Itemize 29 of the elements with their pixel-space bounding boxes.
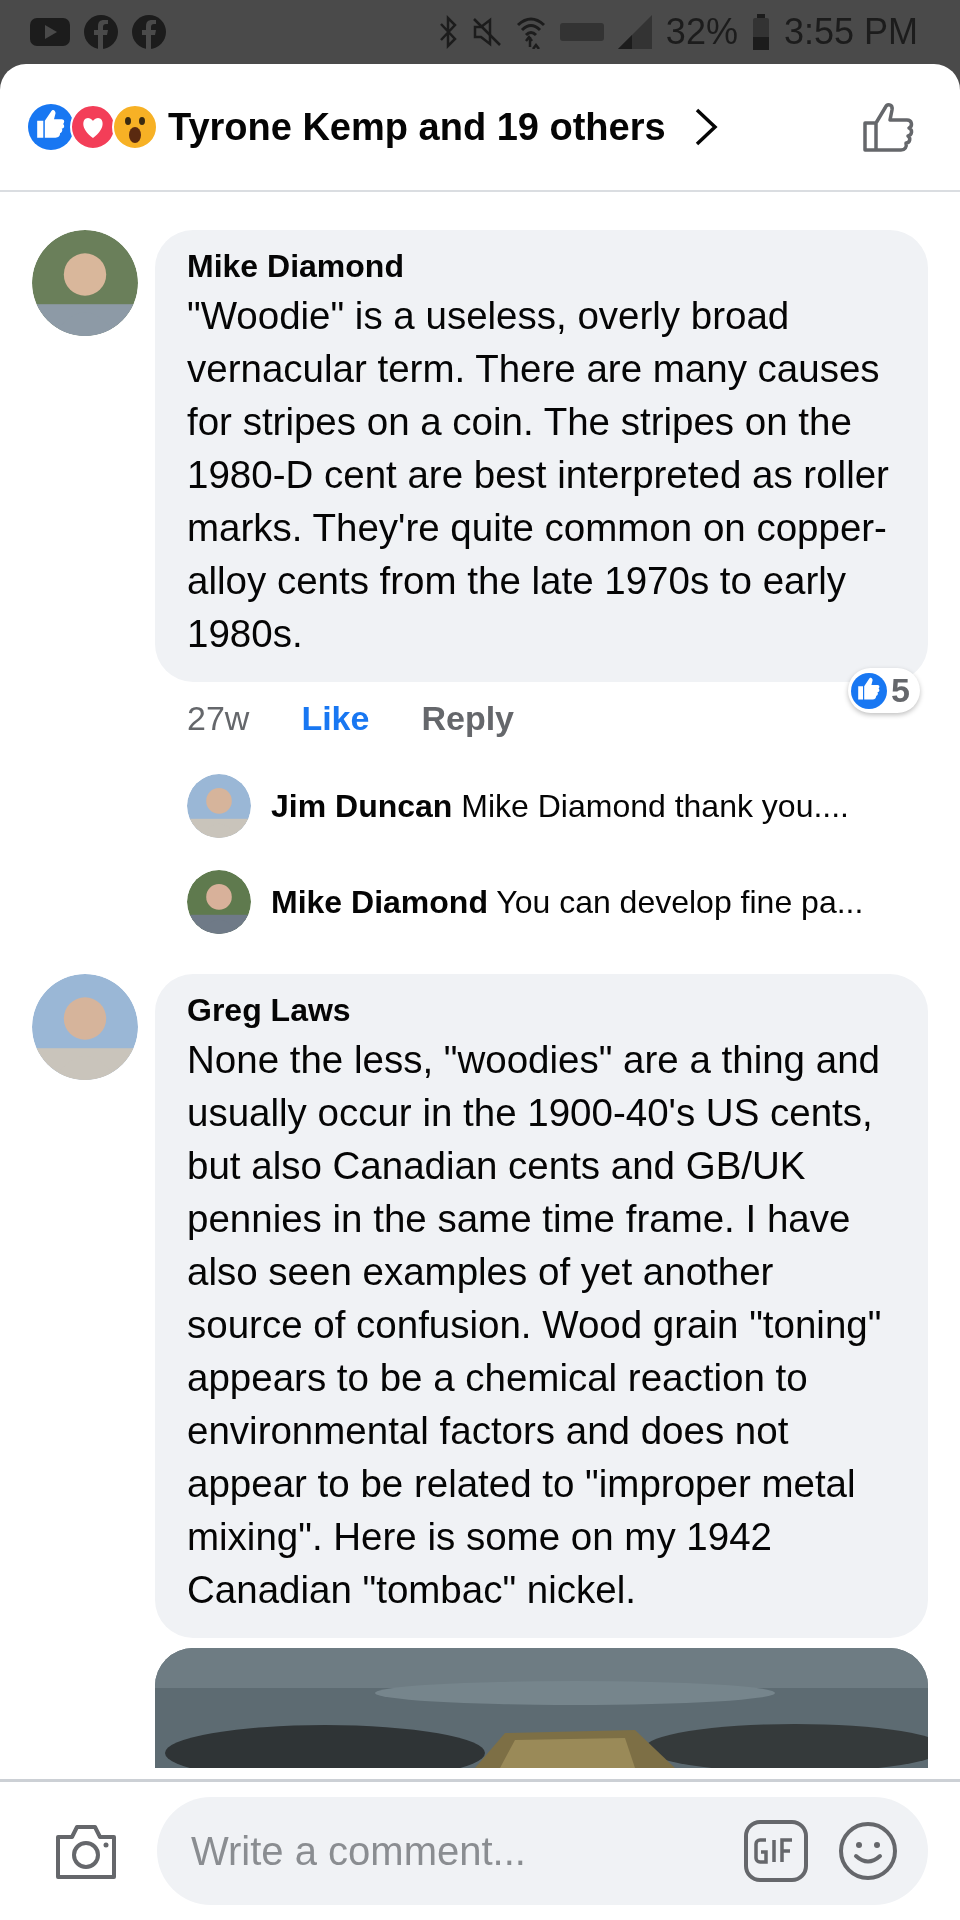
reply-preview[interactable]: Jim Duncan Mike Diamond thank you.... <box>271 787 849 825</box>
reply-preview[interactable]: Mike Diamond You can develop fine pa... <box>271 883 864 921</box>
author-name[interactable]: Mike Diamond <box>187 248 898 285</box>
reactors-link[interactable]: Tyrone Kemp and 19 others <box>168 105 666 149</box>
like-reaction-icon <box>851 672 888 709</box>
heart-reaction-icon <box>70 104 116 150</box>
like-reaction-icon <box>28 104 74 150</box>
like-link[interactable]: Like <box>301 698 370 738</box>
social-app-icon <box>132 15 166 49</box>
video-app-icon <box>30 18 70 46</box>
reply-link[interactable]: Reply <box>421 698 514 738</box>
comment-text: None the less, "woodies" are a thing and usually occur in the 1900-40's US cents, but also Canadian cents and GB/UK pennies in the same time frame. I have also seen examples of yet another source of confusion. Wood grain "toning" appears to be a chemical reaction to environmental factors and does not appear to be related to "improper metal mixing". Here is some on my 1942 Canadian "tombac" nickel. <box>187 1037 883 1613</box>
wifi-icon <box>515 15 546 49</box>
gif-icon[interactable] <box>744 1820 808 1882</box>
emoji-icon[interactable] <box>838 1821 898 1881</box>
author-name[interactable]: Greg Laws <box>187 992 898 1029</box>
comment-field[interactable]: Write a comment... <box>189 1827 714 1875</box>
bluetooth-icon <box>437 15 458 49</box>
comment-box[interactable]: Write a comment... <box>157 1797 928 1905</box>
timestamp: 27w <box>187 698 250 738</box>
signal-icon <box>617 15 652 49</box>
mute-icon <box>471 17 502 47</box>
comment-text: "Woodie" is a useless, overly broad vernacular term. There are many causes for stripes on a coin. The stripes on the 1980-D cent are best interpreted as roller marks. They're quite common on copper-alloy cents from the late 1970s to early 1980s. <box>187 293 890 657</box>
reaction-count: 5 <box>891 671 910 710</box>
social-app-icon <box>84 15 118 49</box>
chevron-right-icon[interactable] <box>693 107 718 147</box>
surprised-reaction-icon <box>112 104 158 150</box>
reaction-count-badge[interactable]: 5 <box>848 668 920 713</box>
battery-icon <box>751 14 770 50</box>
